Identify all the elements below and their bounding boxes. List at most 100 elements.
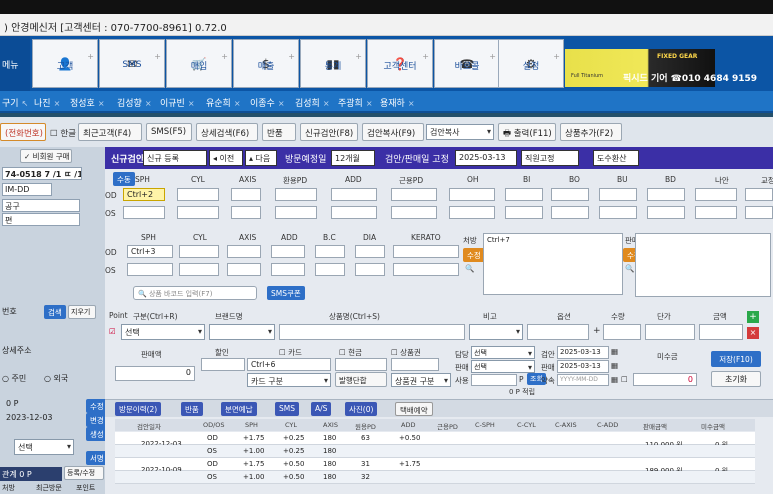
detail-search-button[interactable]: 상세검색(F6) [196,123,258,141]
reset-button[interactable]: 초기화 [711,371,761,387]
toolbar-stats-button[interactable]: ▮▮ 통계 + [300,39,366,88]
prescription-search-icon[interactable]: 🔍 [465,264,474,273]
prev-button[interactable]: ◂ 이전 [209,150,243,166]
phone-search-field[interactable]: (전화번호) [0,123,46,141]
gift-amount-input[interactable] [391,358,439,371]
od-cl-add-input[interactable] [271,245,305,258]
sms-coupon-button[interactable]: SMS쿠폰 [267,286,305,300]
prescription-memo[interactable]: Ctrl+7 [483,233,623,295]
manager-select[interactable]: 선택 [471,346,535,359]
toolbar-settings-button[interactable]: ⚙ 설정 + [498,39,564,88]
os-va-input[interactable] [695,206,737,219]
card-checkbox[interactable]: ☐ 카드 [279,347,302,358]
os-cl-kerato-input[interactable] [393,263,459,276]
clear-button[interactable]: 지우기 [68,305,96,319]
table-row[interactable]: OS +1.00 +0.25 180 [115,445,755,458]
customer-id-field[interactable]: 74-0518 7 /1 ㄸ /1 [2,167,82,180]
inspect-date-input[interactable]: 2025-03-13 [557,346,609,359]
pickup-checkbox[interactable]: ☐ [621,375,628,384]
cash-checkbox[interactable]: ☐ 현금 [339,347,362,358]
ad-banner[interactable]: FIXED GEAR Full Titanium 픽시드 기어 ☎010 468… [565,49,757,87]
nav-tab[interactable]: 용재하 × [380,96,415,109]
od-cyl-input[interactable] [177,188,219,201]
tab-delivery[interactable]: 택배예약 [395,402,433,416]
product-name-input[interactable] [279,324,465,340]
manual-button[interactable]: 수동 [113,172,135,186]
sale-search-icon[interactable]: 🔍 [625,264,634,273]
recent-customer-button[interactable]: 최근고객(F4) [78,123,142,141]
register-edit-button[interactable]: 등록/수정 [64,466,104,480]
od-bd-input[interactable] [647,188,685,201]
toolbar-customer-button[interactable]: 👤 고객 + [32,39,98,88]
os-axis-input[interactable] [231,206,261,219]
od-npd-input[interactable] [391,188,437,201]
delete-row-icon[interactable]: × [747,327,759,339]
brand-select[interactable] [209,324,275,340]
exam-copy-button[interactable]: 검안복사(F9) [362,123,424,141]
price-input[interactable] [645,324,695,340]
os-cl-bc-input[interactable] [315,263,345,276]
nav-tab[interactable]: 이규빈 × [160,96,195,109]
prescription-edit-button[interactable]: 수정 [463,248,485,262]
table-row[interactable]: 2022-12-03 OD +1.75 +0.25 180 63 +0.50 1… [115,432,755,449]
os-cl-dia-input[interactable] [355,263,385,276]
cash-amount-input[interactable] [335,358,387,371]
issue-button[interactable]: 발행단합 [335,372,387,387]
od-pd-input[interactable] [275,188,317,201]
toolbar-sms-button[interactable]: ✉ SMS + [99,39,165,88]
discount-input[interactable] [201,358,245,371]
gift-type-select[interactable]: 상품권 구분 [391,373,451,387]
od-corr-input[interactable] [745,188,773,201]
os-bo-input[interactable] [551,206,589,219]
seller-select[interactable]: 선택 [471,360,535,373]
os-pd-input[interactable] [275,206,317,219]
add-product-button[interactable]: 상품추가(F2) [560,123,622,141]
od-axis-input[interactable] [231,188,261,201]
tab-prepay[interactable]: 분면예납 [221,402,257,416]
note-select[interactable] [469,324,523,340]
calendar-icon[interactable]: ▦ [611,361,618,370]
print-button[interactable]: 🖶 출력(F11) [498,123,556,141]
od-va-input[interactable] [695,188,737,201]
mode-select[interactable]: 신규 등록 [143,150,207,166]
exam-copy-select[interactable]: 검안복사 [426,124,494,140]
date-field[interactable]: 2025-03-13 [455,150,517,166]
tab-visit-history[interactable]: 방문이력(2) [115,402,162,416]
left-select[interactable]: 선택 [14,439,74,455]
od-cl-sph-input[interactable]: Ctrl+3 [127,245,173,258]
tab-return[interactable]: 반품 [181,402,203,416]
pickup-date-input[interactable]: YYYY-MM-DD [557,374,609,386]
toolbar-helpdesk-button[interactable]: ❓ 고객센터 + [367,39,433,88]
type-select[interactable]: 선택 [121,324,205,340]
od-cl-cyl-input[interactable] [179,245,219,258]
power-convert-button[interactable]: 도수환산 [593,150,639,166]
os-bu-input[interactable] [599,206,637,219]
os-cl-cyl-input[interactable] [179,263,219,276]
table-row[interactable]: OS +1.00 +0.50 180 32 [115,471,755,484]
hangul-checkbox[interactable]: ☐ 한글 [50,127,76,139]
address-search-button[interactable]: 검색 [44,305,66,319]
non-member-button[interactable]: ✓ 비회원 구매 [20,149,72,163]
tab-sms[interactable]: SMS [275,402,299,416]
menu-toggle[interactable]: 메뉴 [0,36,30,91]
table-row[interactable]: 2022-10-09 OD +1.75 +0.50 180 31 +1.75 1… [115,458,755,475]
calendar-icon[interactable]: ▦ [611,375,618,384]
od-cl-kerato-input[interactable] [393,245,459,258]
nav-tab[interactable]: 김성향 × [117,96,152,109]
point-use-input[interactable] [471,374,517,386]
os-sph-input[interactable] [123,206,165,219]
os-npd-input[interactable] [391,206,437,219]
od-cl-axis-input[interactable] [227,245,261,258]
toolbar-quickcall-button[interactable]: ☎ 바로콜 + [434,39,500,88]
od-cl-dia-input[interactable] [355,245,385,258]
gift-checkbox[interactable]: ☐ 상품권 [391,347,421,358]
nav-tab[interactable]: 이종수 × [250,96,285,109]
new-exam-button[interactable]: 신규검안(F8) [300,123,358,141]
card-type-select[interactable]: 카드 구분 [247,373,331,387]
od-oh-input[interactable] [449,188,495,201]
od-bu-input[interactable] [599,188,637,201]
sms-button[interactable]: SMS(F5) [146,123,192,141]
plus-icon[interactable]: + [593,326,601,336]
nav-tab[interactable]: 주광희 × [338,96,373,109]
od-sph-input[interactable]: Ctrl+2 [123,188,165,201]
